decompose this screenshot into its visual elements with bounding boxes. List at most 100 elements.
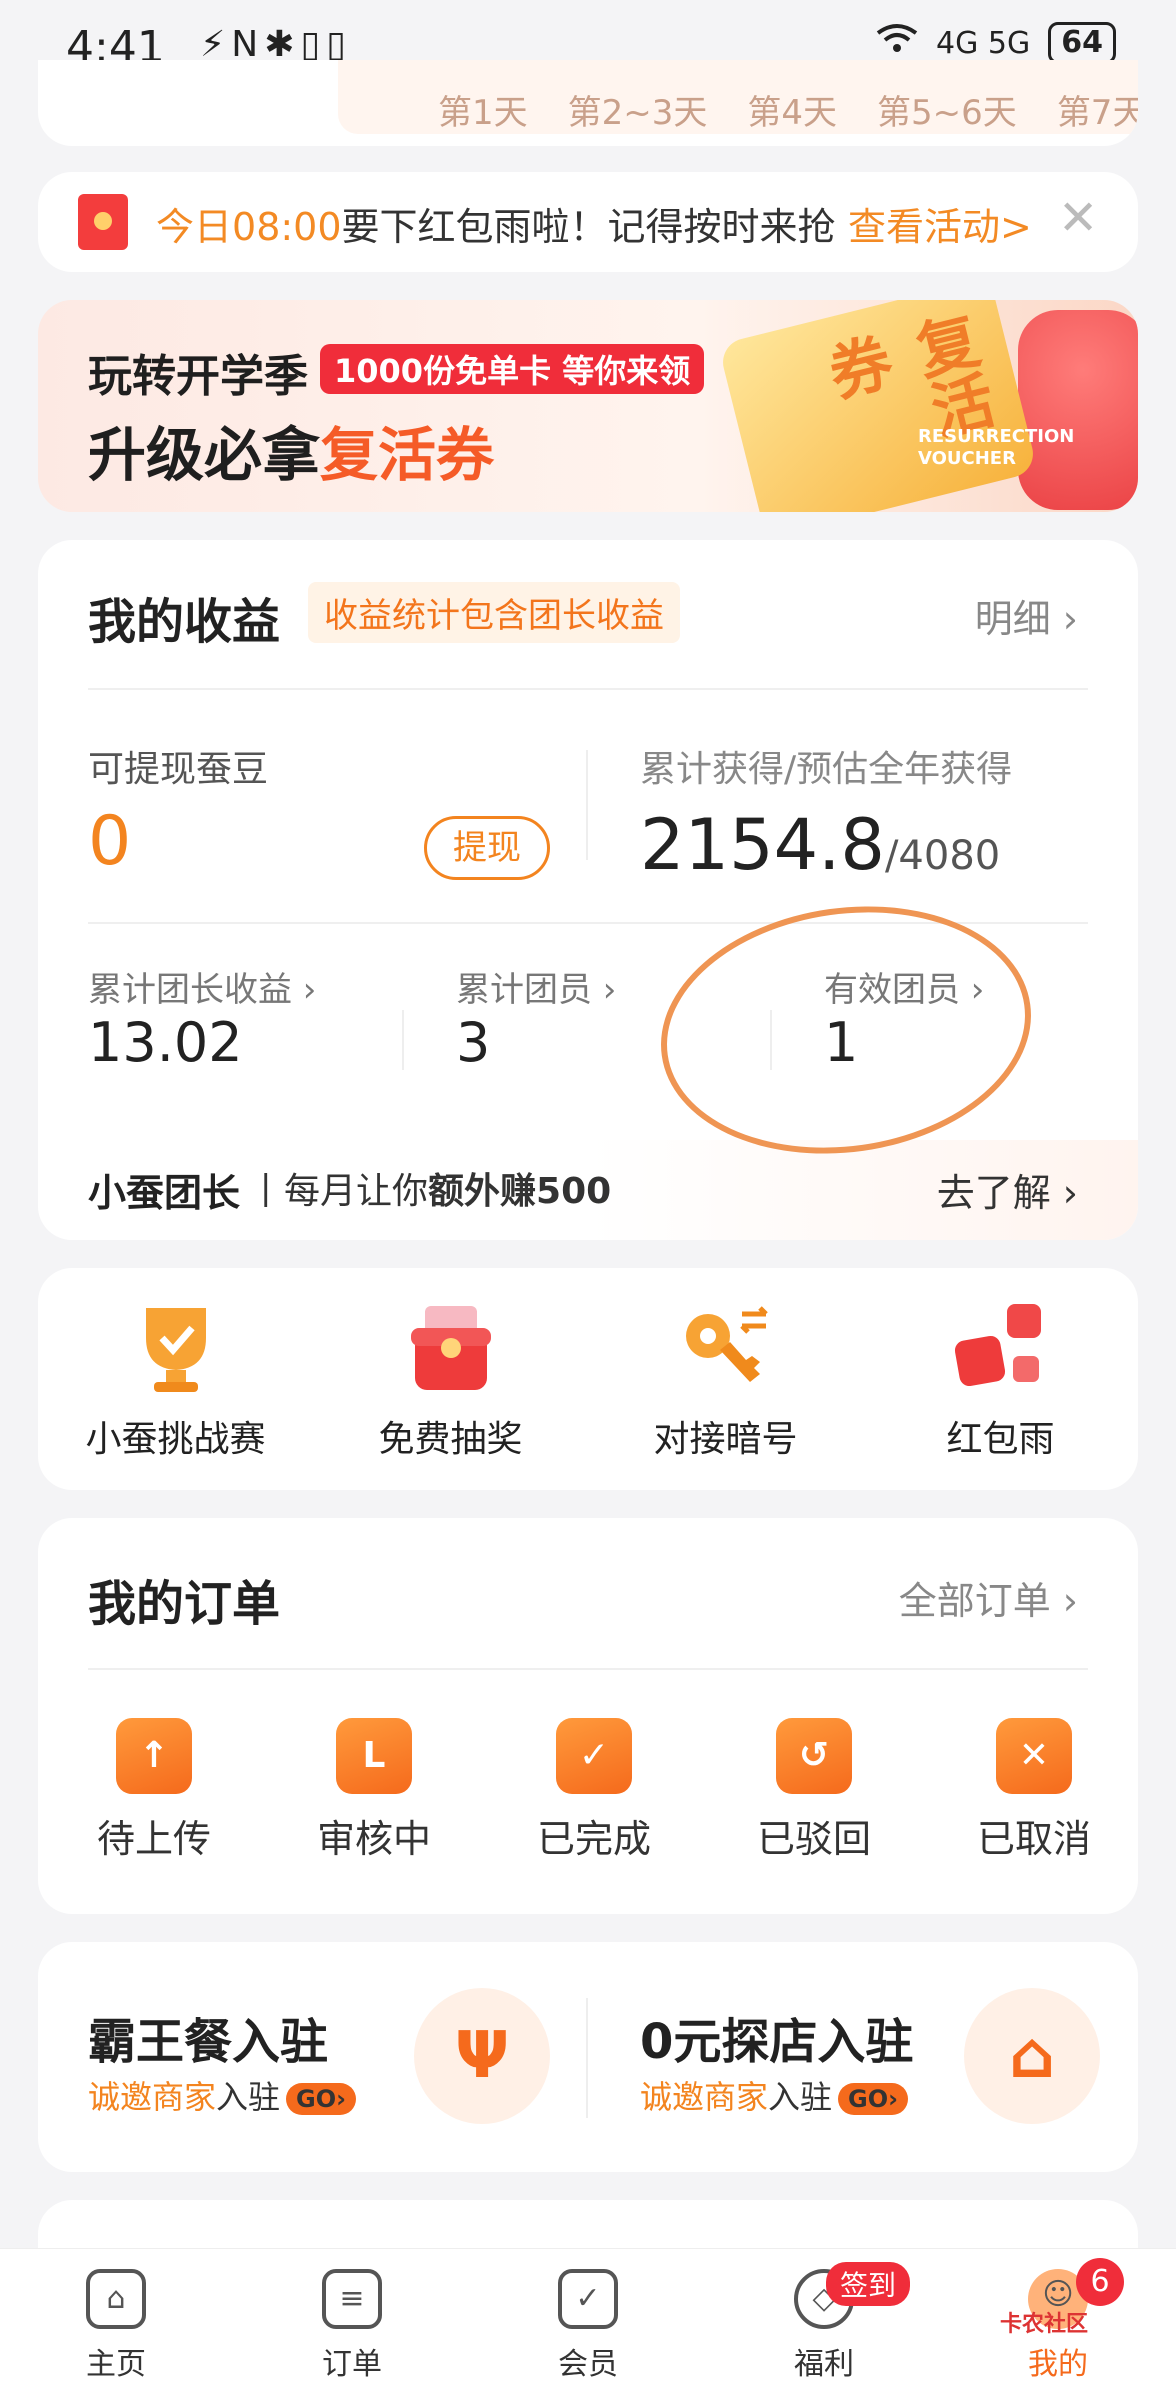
all-orders-link[interactable]: 全部订单 › [899,1570,1078,1625]
red-packet-notice[interactable]: 今日08:00要下红包雨啦！记得按时来抢 查看活动> ✕ [38,172,1138,272]
tool-lottery[interactable]: 免费抽奖 [313,1298,588,1462]
merchant-sub-orange: 诚邀商家 [88,2078,217,2116]
checkin-day: 第4天 [747,93,838,133]
gift-box-icon [401,1298,501,1398]
merchant-subtitle: 诚邀商家入驻 GO› [640,2072,913,2118]
captain-promo[interactable]: 小蚕团长 | 每月让你额外赚500 去了解 › [38,1140,1138,1240]
merchant-subtitle: 诚邀商家入驻 GO› [88,2072,357,2118]
tool-label: 免费抽奖 [378,1419,523,1460]
red-envelope-icon [78,194,128,250]
banner-badge: 1000份免单卡 等你来领 [320,344,705,394]
stat-label: 累计团长收益 › [88,970,317,1010]
total-estimate: /4080 [884,833,1001,879]
stat-value: 13.02 [88,1011,243,1074]
separator: | [260,1168,272,1208]
voucher-text: 复活券 [812,306,1001,445]
notification-count-badge: 6 [1076,2258,1124,2306]
withdrawable-label: 可提现蚕豆 [88,749,269,790]
withdraw-button[interactable]: 提现 [424,816,550,880]
tab-orders[interactable]: ≡ 订单 [292,2269,412,2383]
merchant-sub-orange: 诚邀商家 [640,2078,769,2116]
merchant-free-meal[interactable]: 霸王餐入驻 诚邀商家入驻 GO› [88,2002,357,2118]
fork-knife-icon: Ψ [414,1988,550,2124]
captain-text: 每月让你额外赚500 [284,1162,611,1214]
earnings-detail-link[interactable]: 明细 › [975,588,1078,643]
go-button[interactable]: GO› [286,2083,357,2115]
divider [586,750,588,860]
status-notification-icons: ⚡N✱▯▯ [200,24,352,65]
banner-line1: 玩转开学季 [88,351,308,402]
view-activity-link[interactable]: 查看活动> [848,196,1032,251]
go-button[interactable]: GO› [838,2083,909,2115]
shop-icon: ⌂ [964,1988,1100,2124]
divider [88,1668,1088,1670]
captain-text-prefix: 每月让你 [284,1171,429,1212]
captain-earnings-stat[interactable]: 累计团长收益 › 13.02 [88,962,388,1074]
tab-label: 主页 [86,2347,146,2382]
order-status-label: 审核中 [316,1817,431,1861]
merchant-title: 0元探店入驻 [640,2014,914,2070]
total-earnings: 2154.8/4080 [640,804,1000,886]
voucher-subtitle: RESURRECTION VOUCHER [918,426,1075,469]
order-status-label: 已取消 [976,1817,1091,1861]
cancel-icon: ✕ [996,1718,1072,1794]
total-label: 累计获得/预估全年获得 [640,749,1013,790]
checkin-strip: 第1天 第2~3天 第4天 第5~6天 第7天 [38,60,1138,146]
total-value: 2154.8 [640,804,885,886]
merchant-sub-plain: 入驻 [768,2078,833,2116]
divider [88,688,1088,690]
captain-text-bold: 额外赚500 [428,1171,612,1212]
order-status-completed[interactable]: ✓ 已完成 [484,1718,704,1863]
tab-home[interactable]: ⌂ 主页 [56,2269,176,2383]
notice-time: 08:00 [232,205,342,249]
divider [402,1010,404,1070]
captain-name: 小蚕团长 [88,1171,241,1215]
checkin-day: 第1天 [438,93,528,133]
voucher-graphic: 复活券 [717,300,1039,512]
tool-red-packet[interactable]: 红包雨 [863,1298,1138,1462]
shield-icon: ✓ [558,2269,618,2329]
ribbon-decoration [1018,310,1138,510]
order-status-reviewing[interactable]: L 审核中 [264,1718,484,1863]
tool-code[interactable]: 对接暗号 [588,1298,863,1462]
earnings-note: 收益统计包含团长收益 [308,582,680,643]
watermark: 卡农社区 [1000,2312,1089,2337]
tab-member[interactable]: ✓ 会员 [528,2269,648,2383]
undo-icon: ↺ [776,1718,852,1794]
upload-icon: ↑ [116,1718,192,1794]
order-status-rejected[interactable]: ↺ 已驳回 [704,1718,924,1863]
close-icon[interactable]: ✕ [1058,190,1098,246]
banner-line2: 升级必拿复活券 [88,408,494,492]
network-label: 4G 5G [936,25,1031,61]
merchant-card: 霸王餐入驻 诚邀商家入驻 GO› Ψ 0元探店入驻 诚邀商家入驻 GO› ⌂ [38,1942,1138,2172]
tab-label: 会员 [558,2347,618,2382]
merchant-store-visit[interactable]: 0元探店入驻 诚邀商家入驻 GO› [640,2002,913,2118]
tool-label: 红包雨 [946,1419,1055,1460]
promo-banner[interactable]: 复活券 RESURRECTION VOUCHER 玩转开学季 1000份免单卡 … [38,300,1138,512]
home-icon: ⌂ [86,2269,146,2329]
tool-challenge[interactable]: 小蚕挑战赛 [38,1298,313,1462]
tool-label: 小蚕挑战赛 [85,1419,266,1460]
orders-icon: ≡ [322,2269,382,2329]
banner-line2-highlight: 复活券 [320,421,495,489]
quick-tools: 小蚕挑战赛 免费抽奖 对接暗号 红包雨 [38,1268,1138,1490]
checkin-day: 第7天 [1056,93,1138,133]
merchant-sub-plain: 入驻 [216,2078,281,2116]
tool-label: 对接暗号 [653,1419,798,1460]
checkin-days: 第1天 第2~3天 第4天 第5~6天 第7天 [338,60,1138,134]
orders-title: 我的订单 [88,1576,281,1632]
divider [586,1998,588,2118]
sign-in-badge[interactable]: 签到 [826,2262,911,2306]
order-status-pending-upload[interactable]: ↑ 待上传 [44,1718,264,1863]
trophy-icon [126,1298,226,1398]
order-status-cancelled[interactable]: ✕ 已取消 [924,1718,1144,1863]
notice-prefix: 今日 [156,205,233,249]
key-icon [676,1298,776,1398]
earnings-card: 我的收益 收益统计包含团长收益 明细 › 可提现蚕豆 0 提现 累计获得/预估全… [38,540,1138,1240]
checkin-day: 第5~6天 [877,93,1017,133]
notice-message: 要下红包雨啦！记得按时来抢 [341,205,836,249]
status-right-group: 4G 5G 64 [876,22,1116,64]
learn-more-link[interactable]: 去了解 › [937,1162,1078,1217]
review-icon: L [336,1718,412,1794]
banner-line2-prefix: 升级必拿 [88,421,321,489]
